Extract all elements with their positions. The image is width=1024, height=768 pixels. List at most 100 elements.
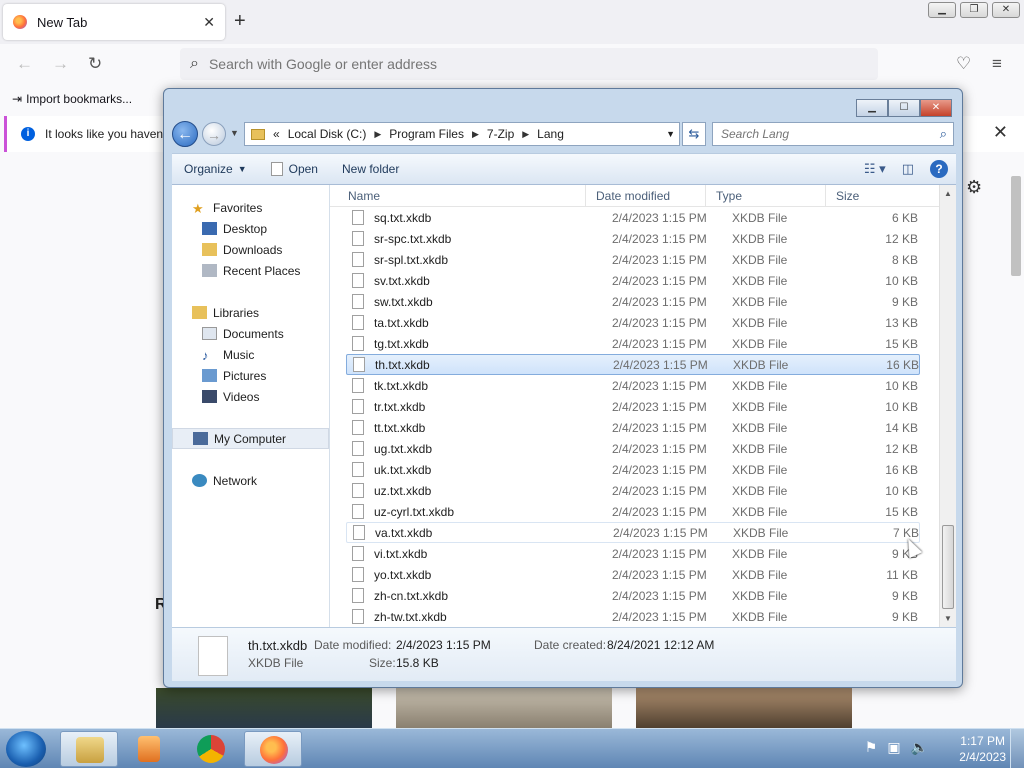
file-list-scrollbar[interactable]: ▲ ▼ [939, 185, 956, 627]
file-row[interactable]: va.txt.xkdb 2/4/2023 1:15 PM XKDB File 7 KB [346, 522, 920, 543]
breadcrumb-separator-icon[interactable]: ▶ [522, 129, 529, 140]
search-input[interactable] [721, 127, 931, 141]
search-box[interactable]: ⌕ [712, 122, 954, 146]
file-row[interactable]: sq.txt.xkdb 2/4/2023 1:15 PM XKDB File 6 KB [346, 207, 920, 228]
file-row[interactable]: uz-cyrl.txt.xkdb 2/4/2023 1:15 PM XKDB Fil… [346, 501, 920, 522]
new-folder-button[interactable]: New folder [330, 162, 411, 176]
nav-videos[interactable]: Videos [172, 386, 329, 407]
taskbar-firefox[interactable] [244, 731, 302, 767]
column-header-type[interactable]: Type [706, 185, 826, 206]
help-icon[interactable]: ? [930, 160, 948, 178]
file-row[interactable]: tg.txt.xkdb 2/4/2023 1:15 PM XKDB File 15 K… [346, 333, 920, 354]
file-name-cell: sw.txt.xkdb [374, 294, 433, 309]
file-icon [352, 546, 364, 561]
start-button[interactable] [6, 731, 46, 767]
notification-close-icon[interactable]: ✕ [993, 122, 1008, 143]
page-scrollbar[interactable] [1008, 156, 1022, 728]
taskbar-explorer[interactable] [60, 731, 118, 767]
dialog-close-button[interactable]: ✕ [920, 99, 952, 117]
search-icon[interactable]: ⌕ [940, 126, 947, 142]
scroll-up-icon[interactable]: ▲ [940, 185, 956, 202]
url-bar[interactable]: ⌕ [180, 48, 878, 80]
breadcrumb-local-disk[interactable]: Local Disk (C:) [288, 127, 367, 141]
new-tab-button[interactable]: + [234, 10, 246, 33]
refresh-button[interactable]: ⇆ [682, 122, 706, 146]
address-bar[interactable]: « Local Disk (C:) ▶ Program Files ▶ 7-Zi… [244, 122, 680, 146]
file-row[interactable]: th.txt.xkdb 2/4/2023 1:15 PM XKDB File 16 K… [346, 354, 920, 375]
file-row[interactable]: tt.txt.xkdb 2/4/2023 1:15 PM XKDB File 14 K… [346, 417, 920, 438]
file-row[interactable]: sr-spc.txt.xkdb 2/4/2023 1:15 PM XKDB File… [346, 228, 920, 249]
column-header-date[interactable]: Date modified [586, 185, 706, 206]
history-dropdown-icon[interactable]: ▼ [230, 128, 239, 138]
gear-icon[interactable]: ⚙ [966, 177, 982, 198]
file-row[interactable]: tk.txt.xkdb 2/4/2023 1:15 PM XKDB File 10 K… [346, 375, 920, 396]
story-thumbnail[interactable] [396, 688, 612, 728]
column-header-name[interactable]: Name [330, 185, 586, 206]
file-row[interactable]: ta.txt.xkdb 2/4/2023 1:15 PM XKDB File 13 K… [346, 312, 920, 333]
file-row[interactable]: uz.txt.xkdb 2/4/2023 1:15 PM XKDB File 10 K… [346, 480, 920, 501]
clock[interactable]: 1:17 PM 2/4/2023 [959, 733, 1006, 765]
breadcrumb-7zip[interactable]: 7-Zip [487, 127, 514, 141]
column-header-size[interactable]: Size [826, 185, 902, 206]
open-button[interactable]: Open [259, 162, 330, 176]
volume-icon[interactable]: 🔈 [911, 739, 928, 756]
file-row[interactable]: tr.txt.xkdb 2/4/2023 1:15 PM XKDB File 10 K… [346, 396, 920, 417]
breadcrumb-lang[interactable]: Lang [537, 127, 564, 141]
scrollbar-thumb[interactable] [942, 525, 954, 609]
address-dropdown-icon[interactable]: ▼ [666, 129, 675, 139]
tab-new-tab[interactable]: New Tab ✕ [3, 4, 225, 40]
nav-desktop[interactable]: Desktop [172, 218, 329, 239]
url-input[interactable] [208, 56, 809, 72]
file-row[interactable]: sv.txt.xkdb 2/4/2023 1:15 PM XKDB File 10 K… [346, 270, 920, 291]
taskbar-media-player[interactable] [120, 731, 178, 767]
back-button[interactable]: ← [172, 121, 198, 147]
preview-pane-icon[interactable]: ◫ [902, 161, 914, 177]
menu-icon[interactable]: ≡ [992, 54, 1002, 74]
file-row[interactable]: sw.txt.xkdb 2/4/2023 1:15 PM XKDB File 9 KB [346, 291, 920, 312]
breadcrumb-separator-icon[interactable]: ▶ [374, 129, 381, 140]
view-options-icon[interactable]: ☷ ▾ [864, 161, 886, 177]
breadcrumb-overflow[interactable]: « [273, 127, 280, 141]
breadcrumb-separator-icon[interactable]: ▶ [472, 129, 479, 140]
dialog-maximize-button[interactable]: ☐ [888, 99, 920, 117]
story-thumbnail[interactable] [156, 688, 372, 728]
forward-button[interactable]: → [202, 122, 226, 146]
nav-downloads[interactable]: Downloads [172, 239, 329, 260]
file-type-cell: XKDB File [732, 378, 788, 393]
nav-favorites[interactable]: ★ Favorites [172, 197, 329, 218]
nav-pictures[interactable]: Pictures [172, 365, 329, 386]
pocket-icon[interactable]: ♡ [956, 54, 971, 74]
scrollbar-thumb[interactable] [1011, 176, 1021, 276]
action-center-icon[interactable]: ⚑ [865, 739, 878, 756]
nav-libraries[interactable]: Libraries [172, 302, 329, 323]
network-status-icon[interactable]: ▣ [887, 739, 900, 756]
file-row[interactable]: uk.txt.xkdb 2/4/2023 1:15 PM XKDB File 16 K… [346, 459, 920, 480]
minimize-button[interactable]: ▁ [928, 2, 956, 18]
file-row[interactable]: ug.txt.xkdb 2/4/2023 1:15 PM XKDB File 12 K… [346, 438, 920, 459]
file-row[interactable]: sr-spl.txt.xkdb 2/4/2023 1:15 PM XKDB File… [346, 249, 920, 270]
back-arrow-icon[interactable]: ← [16, 54, 33, 74]
file-row[interactable]: zh-tw.txt.xkdb 2/4/2023 1:15 PM XKDB File 9… [346, 606, 920, 627]
import-bookmarks-link[interactable]: Import bookmarks... [26, 92, 132, 106]
show-desktop-button[interactable] [1010, 729, 1024, 768]
nav-network[interactable]: Network [172, 470, 329, 491]
file-row[interactable]: yo.txt.xkdb 2/4/2023 1:15 PM XKDB File 11 K… [346, 564, 920, 585]
nav-recent-places[interactable]: Recent Places [172, 260, 329, 281]
dialog-minimize-button[interactable]: ▁ [856, 99, 888, 117]
file-row[interactable]: zh-cn.txt.xkdb 2/4/2023 1:15 PM XKDB File 9… [346, 585, 920, 606]
restore-button[interactable]: ❐ [960, 2, 988, 18]
story-thumbnail[interactable] [636, 688, 852, 728]
file-row[interactable]: vi.txt.xkdb 2/4/2023 1:15 PM XKDB File 9 KB [346, 543, 920, 564]
reload-icon[interactable]: ↻ [88, 54, 102, 74]
nav-my-computer[interactable]: My Computer [172, 428, 329, 449]
close-button[interactable]: ✕ [992, 2, 1020, 18]
tab-close-icon[interactable]: ✕ [203, 14, 215, 31]
forward-arrow-icon[interactable]: → [52, 54, 69, 74]
nav-documents[interactable]: Documents [172, 323, 329, 344]
breadcrumb-program-files[interactable]: Program Files [389, 127, 464, 141]
file-name-cell: va.txt.xkdb [375, 525, 433, 540]
nav-music[interactable]: ♪ Music [172, 344, 329, 365]
scroll-down-icon[interactable]: ▼ [940, 610, 956, 627]
taskbar-chrome[interactable] [182, 731, 240, 767]
organize-button[interactable]: Organize ▼ [172, 162, 259, 176]
